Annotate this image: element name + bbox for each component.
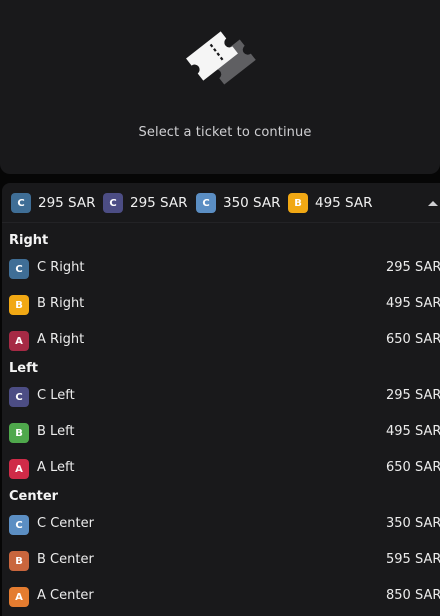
ticket-name: C Left [37, 388, 75, 403]
ticket-row[interactable]: C C Left 295 SAR [2, 379, 440, 415]
category-badge: B [9, 295, 29, 315]
ticket-row[interactable]: B B Center 595 SAR [2, 543, 440, 579]
ticket-price: 495 SAR [386, 296, 440, 311]
ticket-row[interactable]: B B Right 495 SAR [2, 287, 440, 323]
ticket-list-panel: C 295 SAR C 295 SAR C 350 SAR B 495 SAR … [2, 183, 440, 616]
category-badge: C [9, 387, 29, 407]
ticket-selection-panel: Select a ticket to continue [0, 0, 440, 174]
category-badge: C [9, 515, 29, 535]
ticket-name: A Right [37, 332, 85, 347]
ticket-price: 295 SAR [386, 388, 440, 403]
ticket-price: 850 SAR [386, 588, 440, 603]
chip-price: 350 SAR [223, 195, 281, 211]
category-badge: C [196, 193, 216, 213]
ticket-name: B Right [37, 296, 85, 311]
ticket-price: 495 SAR [386, 424, 440, 439]
section-title-left: Left [9, 361, 38, 376]
ticket-row[interactable]: A A Right 650 SAR [2, 323, 440, 359]
ticket-row[interactable]: A A Left 650 SAR [2, 451, 440, 487]
ticket-name: B Center [37, 552, 94, 567]
selected-tickets-summary[interactable]: C 295 SAR C 295 SAR C 350 SAR B 495 SAR [2, 183, 440, 223]
ticket-row[interactable]: A A Center 850 SAR [2, 579, 440, 615]
ticket-name: A Left [37, 460, 75, 475]
ticket-name: C Right [37, 260, 85, 275]
category-badge: A [9, 459, 29, 479]
ticket-price: 650 SAR [386, 332, 440, 347]
ticket-name: B Left [37, 424, 75, 439]
ticket-row[interactable]: B B Left 495 SAR [2, 415, 440, 451]
select-ticket-prompt: Select a ticket to continue [138, 125, 312, 140]
ticket-price: 650 SAR [386, 460, 440, 475]
category-badge: C [11, 193, 31, 213]
ticket-row[interactable]: C C Right 295 SAR [2, 251, 440, 287]
category-badge: B [9, 551, 29, 571]
summary-chip: B 495 SAR [288, 193, 373, 213]
category-badge: A [9, 587, 29, 607]
ticket-price: 350 SAR [386, 516, 440, 531]
chip-price: 495 SAR [315, 195, 373, 211]
ticket-name: C Center [37, 516, 94, 531]
summary-chip: C 295 SAR [11, 193, 96, 213]
ticket-row[interactable]: C C Center 350 SAR [2, 507, 440, 543]
category-badge: C [103, 193, 123, 213]
section-title-right: Right [9, 233, 49, 248]
category-badge: B [288, 193, 308, 213]
ticket-name: A Center [37, 588, 94, 603]
category-badge: A [9, 331, 29, 351]
category-badge: B [9, 423, 29, 443]
chip-price: 295 SAR [38, 195, 96, 211]
category-badge: C [9, 259, 29, 279]
ticket-price: 295 SAR [386, 260, 440, 275]
summary-chip: C 350 SAR [196, 193, 281, 213]
tickets-icon [186, 31, 256, 85]
chip-price: 295 SAR [130, 195, 188, 211]
ticket-price: 595 SAR [386, 552, 440, 567]
summary-chip: C 295 SAR [103, 193, 188, 213]
chevron-up-icon[interactable] [426, 197, 440, 209]
section-title-center: Center [9, 489, 59, 504]
